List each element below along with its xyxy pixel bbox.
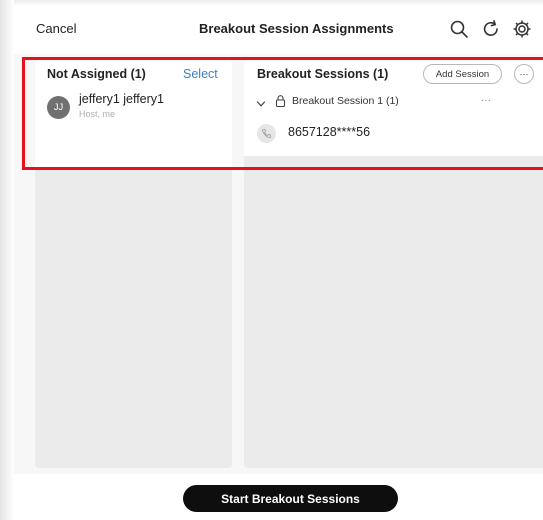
select-link[interactable]: Select: [183, 67, 218, 81]
session-more-button[interactable]: ···: [481, 95, 491, 106]
settings-icon[interactable]: [511, 18, 533, 40]
refresh-icon[interactable]: [480, 18, 502, 40]
header-bar: Cancel Breakout Session Assignments: [14, 6, 543, 54]
participant-role: Host, me: [79, 109, 116, 119]
breakout-sessions-title: Breakout Sessions (1): [257, 67, 389, 81]
page-title: Breakout Session Assignments: [199, 21, 394, 36]
add-session-button[interactable]: Add Session: [423, 64, 502, 84]
phone-icon: [257, 124, 276, 143]
window-edge-shadow: [0, 0, 14, 520]
session-row[interactable]: Breakout Session 1 (1): [256, 93, 506, 111]
more-options-button[interactable]: ···: [514, 64, 534, 84]
avatar: JJ: [47, 96, 70, 119]
not-assigned-title: Not Assigned (1): [47, 67, 146, 81]
chevron-down-icon[interactable]: [256, 96, 266, 107]
lock-icon: [275, 94, 286, 108]
start-breakout-sessions-button[interactable]: Start Breakout Sessions: [183, 485, 398, 512]
cancel-button[interactable]: Cancel: [36, 21, 76, 36]
search-icon[interactable]: [448, 18, 470, 40]
participant-name: jeffery1 jeffery1: [79, 92, 165, 106]
session-name: Breakout Session 1 (1): [292, 95, 399, 107]
member-phone-number: 8657128****56: [288, 125, 371, 139]
